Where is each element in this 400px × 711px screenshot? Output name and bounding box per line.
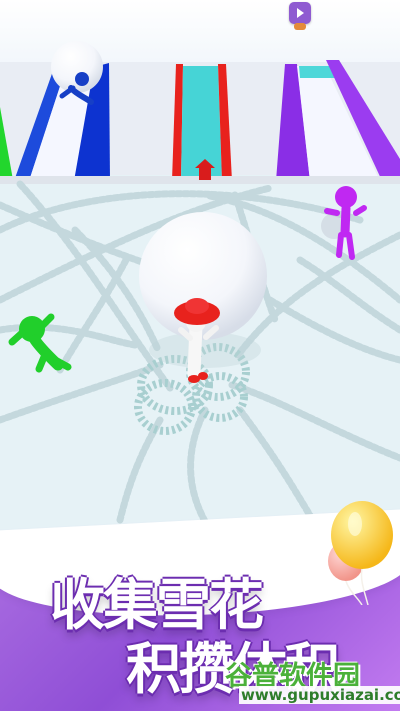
game-stage[interactable]: 收集雪花 积攒体积 谷普软件园 www.gupuxiazai.com [0,0,400,711]
opponent-green [8,313,72,373]
play-menu-icon[interactable] [289,2,311,24]
coin-stack-icon [294,23,306,30]
watermark-url: www.gupuxiazai.com [239,686,400,704]
balloon-icon [328,501,393,605]
headline-line-1: 收集雪花 [50,573,264,637]
player-snowball[interactable] [139,212,267,368]
watermark: 谷普软件园 www.gupuxiazai.com [223,654,400,705]
green-lane-wall [0,107,13,180]
snowball-icon [51,41,103,93]
